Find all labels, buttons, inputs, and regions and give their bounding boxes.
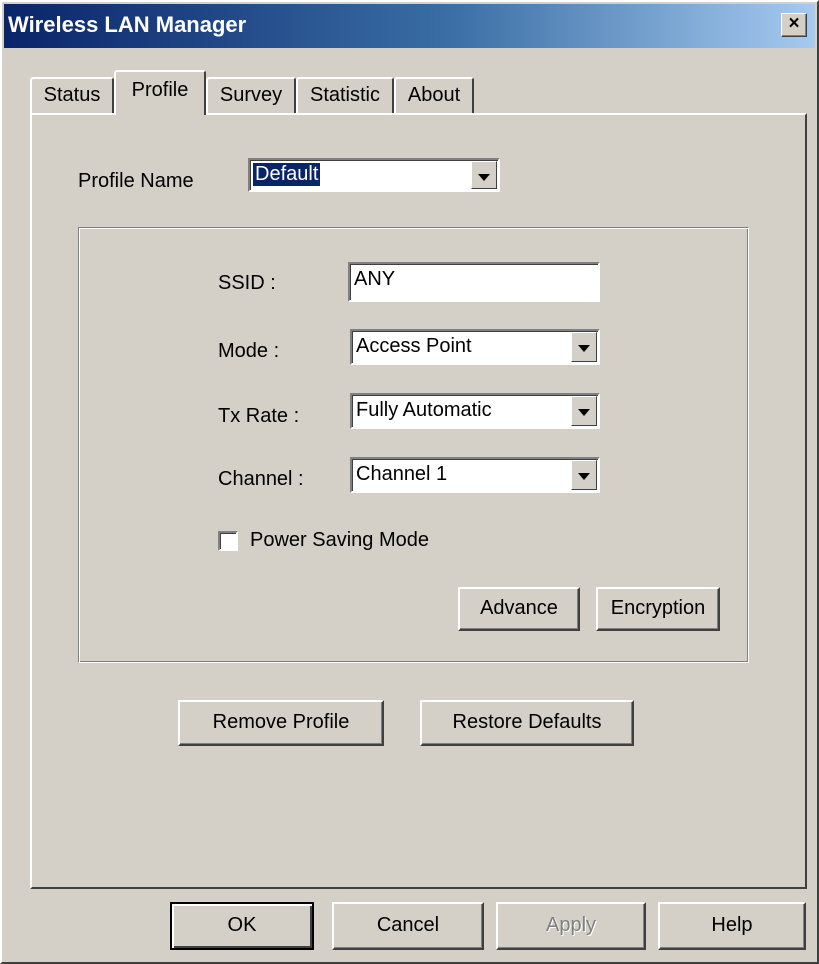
advance-button[interactable]: Advance <box>458 587 580 631</box>
profile-name-dropdown[interactable]: Default <box>248 158 500 192</box>
advance-button-label: Advance <box>480 597 558 619</box>
encryption-button-label: Encryption <box>610 597 706 619</box>
tx-rate-label: Tx Rate : <box>218 405 300 427</box>
ssid-value: ANY <box>354 268 396 290</box>
tx-rate-dropdown[interactable]: Fully Automatic <box>350 393 600 429</box>
chevron-down-icon[interactable] <box>471 161 497 189</box>
mode-label: Mode : <box>218 340 280 362</box>
power-saving-label[interactable]: Power Saving Mode <box>250 529 429 552</box>
chevron-down-icon[interactable] <box>571 332 597 362</box>
cancel-button[interactable]: Cancel <box>332 902 484 950</box>
ok-button[interactable]: OK <box>170 902 314 950</box>
apply-button-label: Apply <box>545 914 597 936</box>
chevron-down-icon[interactable] <box>571 396 597 426</box>
restore-defaults-button-label: Restore Defaults <box>452 711 602 733</box>
help-button[interactable]: Help <box>658 902 806 950</box>
tx-rate-value: Fully Automatic <box>356 399 492 421</box>
restore-defaults-button[interactable]: Restore Defaults <box>420 700 634 746</box>
profile-name-label: Profile Name <box>78 170 194 192</box>
ssid-label: SSID : <box>218 272 276 294</box>
ssid-input[interactable]: ANY <box>348 262 600 302</box>
channel-value: Channel 1 <box>356 463 448 485</box>
mode-value: Access Point <box>356 335 472 357</box>
panel-content: Profile Name Default SSID : ANY Mode : A… <box>0 0 819 964</box>
apply-button[interactable]: Apply <box>496 902 646 950</box>
cancel-button-label: Cancel <box>376 914 440 936</box>
ok-button-label: OK <box>227 914 257 936</box>
channel-label: Channel : <box>218 468 304 490</box>
encryption-button[interactable]: Encryption <box>596 587 720 631</box>
help-button-label: Help <box>711 914 753 936</box>
mode-dropdown[interactable]: Access Point <box>350 329 600 365</box>
power-saving-checkbox[interactable] <box>218 531 238 551</box>
channel-dropdown[interactable]: Channel 1 <box>350 457 600 493</box>
chevron-down-icon[interactable] <box>571 460 597 490</box>
remove-profile-button[interactable]: Remove Profile <box>178 700 384 746</box>
remove-profile-button-label: Remove Profile <box>212 711 350 733</box>
profile-name-value: Default <box>253 163 321 186</box>
